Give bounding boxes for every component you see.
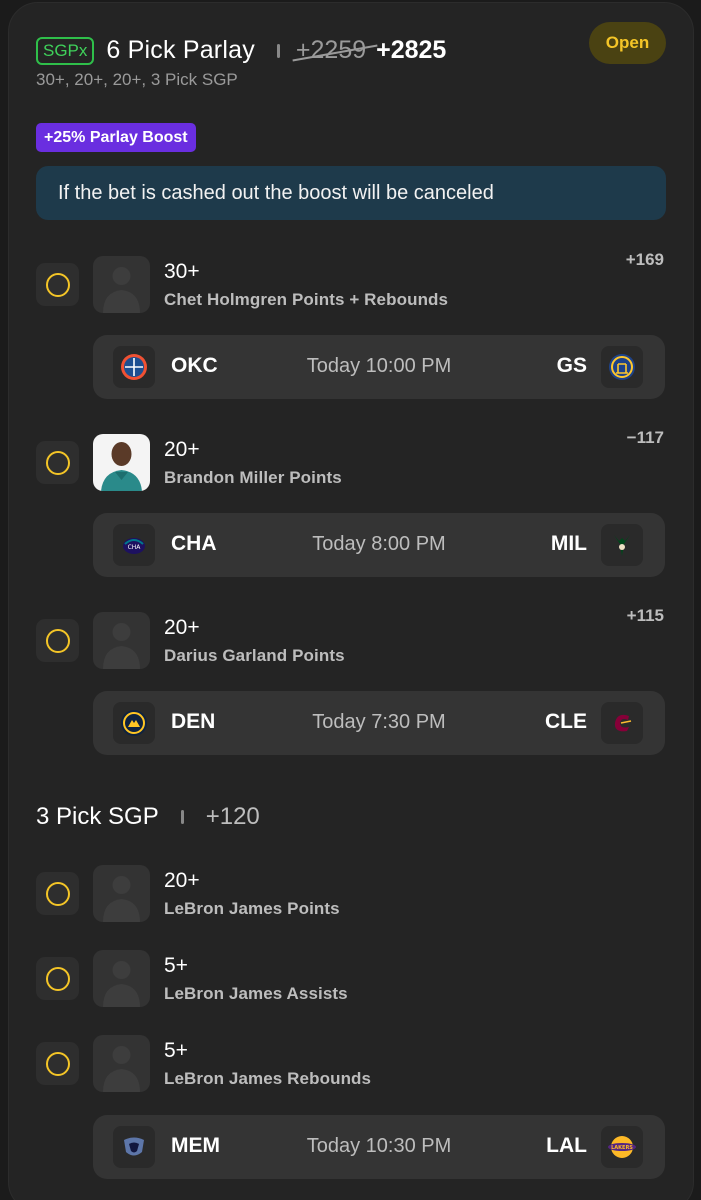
player-placeholder-avatar (93, 256, 150, 313)
sgp-odds: +120 (205, 803, 260, 830)
leg-status-icon (36, 619, 79, 662)
away-team: CLE (545, 710, 587, 733)
leg-status-icon (36, 441, 79, 484)
leg-row[interactable]: 20+ LeBron James Points (0, 865, 701, 925)
leg-odds: +169 (625, 250, 664, 269)
player-placeholder-avatar (93, 865, 150, 922)
leg-row[interactable]: 30+ Chet Holmgren Points + Rebounds +169 (0, 250, 701, 316)
game-matchup[interactable]: DEN Today 7:30 PM CLE (93, 691, 665, 755)
mil-logo-icon (601, 524, 643, 566)
bet-header: SGPx 6 Pick Parlay +2259 +2825 (36, 36, 446, 65)
leg-description: Chet Holmgren Points + Rebounds (164, 290, 449, 309)
svg-text:LAKERS: LAKERS (611, 1145, 633, 1151)
leg-status-icon (36, 957, 79, 1000)
leg-row[interactable]: 5+ LeBron James Assists (0, 950, 701, 1010)
leg-odds: −117 (626, 428, 664, 447)
leg-row[interactable]: 5+ LeBron James Rebounds (0, 1035, 701, 1095)
player-placeholder-avatar (93, 1035, 150, 1092)
away-team: LAL (546, 1134, 587, 1157)
parlay-boost-badge: +25% Parlay Boost (36, 123, 196, 152)
player-placeholder-avatar (93, 950, 150, 1007)
original-odds: +2259 (292, 36, 378, 65)
leg-row[interactable]: 20+ Brandon Miller Points −117 (0, 428, 701, 494)
leg-line: 5+ (164, 1039, 188, 1062)
leg-line: 20+ (164, 616, 200, 639)
leg-line: 20+ (164, 869, 200, 892)
leg-row[interactable]: 20+ Darius Garland Points +115 (0, 606, 701, 672)
leg-status-icon (36, 263, 79, 306)
leg-description: LeBron James Points (164, 899, 340, 918)
sgpx-badge: SGPx (36, 36, 95, 65)
boost-notice-banner: If the bet is cashed out the boost will … (36, 166, 666, 220)
boosted-odds: +2825 (376, 36, 447, 64)
status-badge: Open (589, 22, 666, 64)
divider (276, 43, 280, 58)
game-matchup[interactable]: CHA CHA Today 8:00 PM MIL (93, 513, 665, 577)
game-matchup[interactable]: OKC Today 10:00 PM GS (93, 335, 665, 399)
leg-status-icon (36, 1042, 79, 1085)
leg-description: LeBron James Assists (164, 984, 348, 1003)
game-matchup[interactable]: MEM Today 10:30 PM LAL LAKERS (93, 1115, 665, 1179)
player-photo (93, 434, 150, 491)
parlay-subtitle: 30+, 20+, 20+, 3 Pick SGP (36, 70, 238, 89)
leg-line: 20+ (164, 438, 200, 461)
leg-line: 5+ (164, 954, 188, 977)
player-placeholder-avatar (93, 612, 150, 669)
parlay-title: 6 Pick Parlay (106, 36, 255, 64)
away-team: MIL (550, 532, 587, 555)
sgp-section-header: 3 Pick SGP +120 (36, 803, 260, 831)
leg-status-icon (36, 872, 79, 915)
leg-description: LeBron James Rebounds (164, 1069, 372, 1088)
away-team: GS (556, 354, 587, 377)
cle-logo-icon (601, 702, 643, 744)
leg-odds: +115 (626, 606, 664, 625)
divider (180, 810, 184, 824)
leg-description: Darius Garland Points (164, 646, 345, 665)
leg-description: Brandon Miller Points (164, 468, 342, 487)
sgp-title: 3 Pick SGP (36, 803, 159, 830)
lal-logo-icon: LAKERS (601, 1126, 643, 1168)
gs-logo-icon (601, 346, 643, 388)
leg-line: 30+ (164, 260, 200, 283)
